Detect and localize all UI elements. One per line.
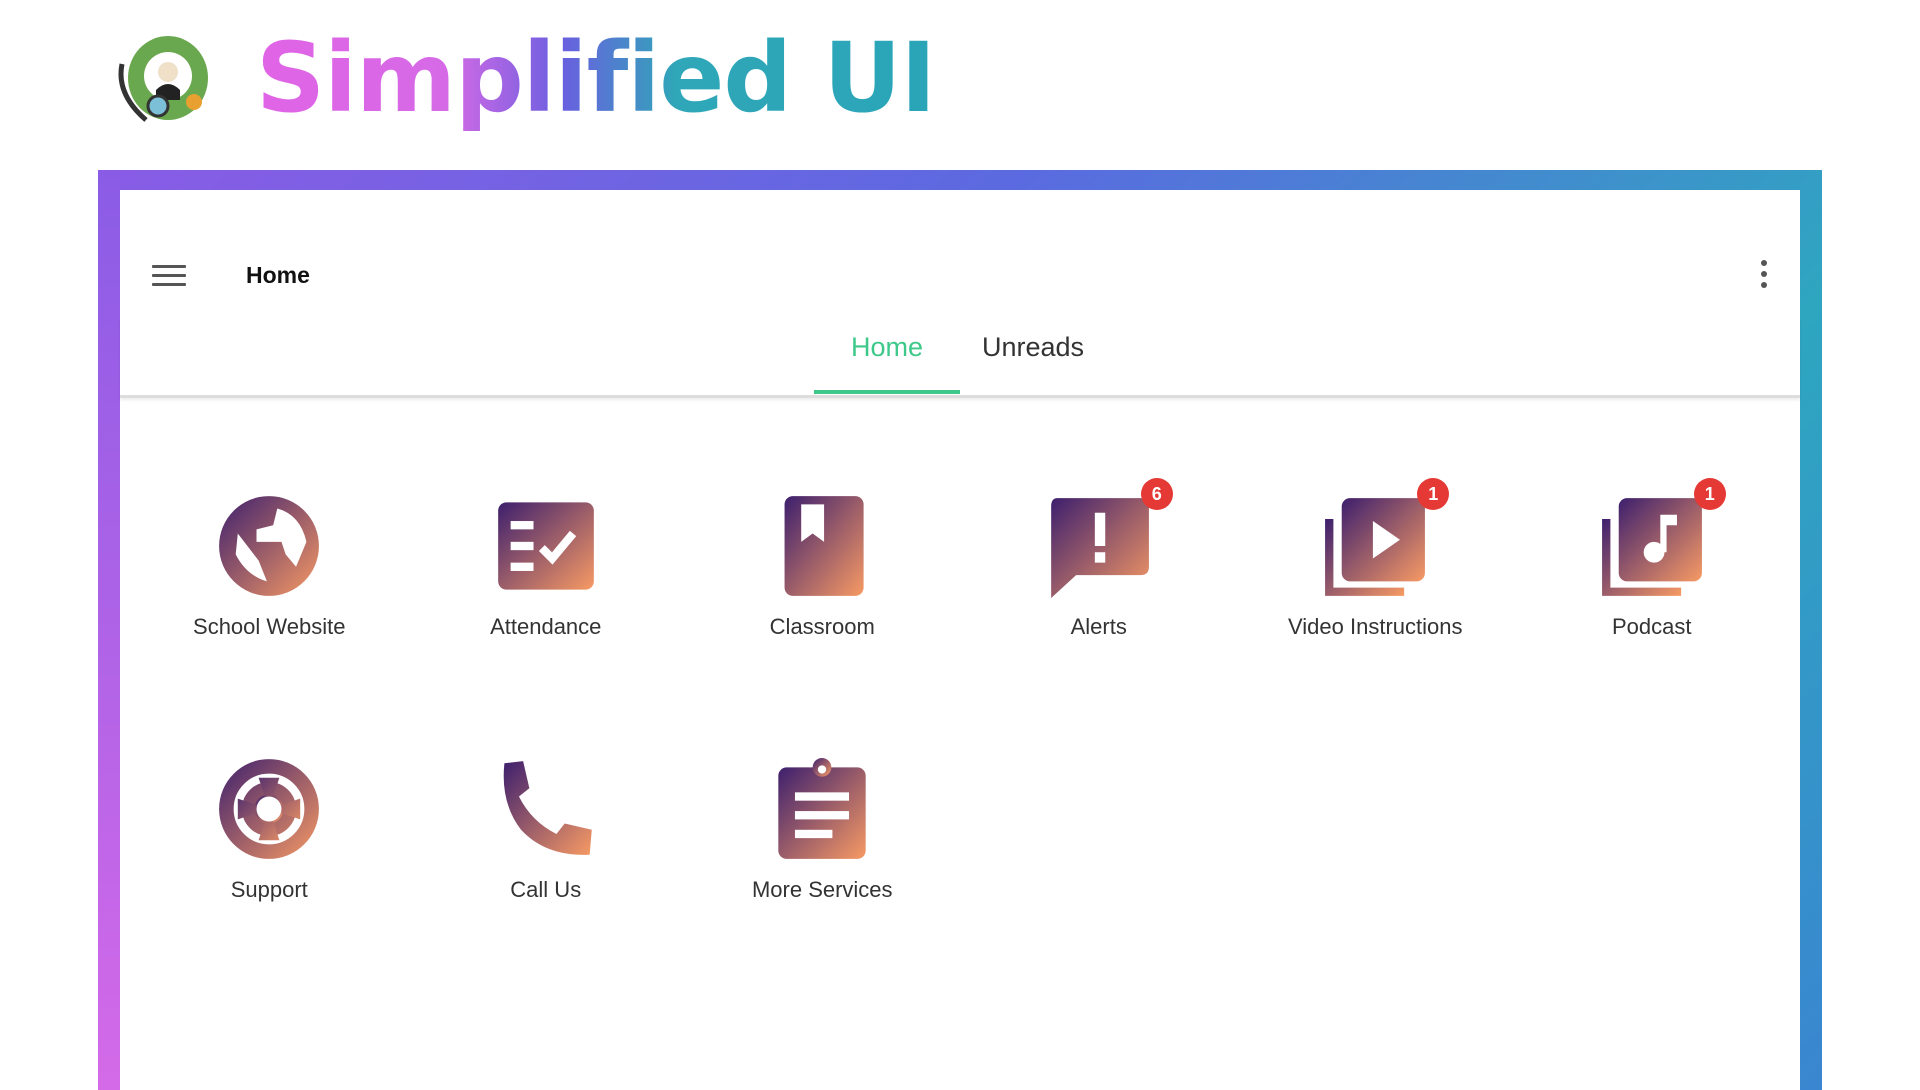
tile-call-us[interactable]: Call Us — [408, 741, 685, 1004]
tile-label: Call Us — [510, 877, 582, 902]
device-frame: Home Home Unreads School Website Attenda… — [98, 170, 1822, 1090]
tile-label: Classroom — [769, 614, 875, 639]
lifebuoy-icon — [219, 759, 320, 859]
tab-unreads[interactable]: Unreads — [960, 332, 1106, 394]
unread-badge: 1 — [1417, 478, 1450, 510]
tile-video-instructions[interactable]: 1 Video Instructions — [1237, 478, 1514, 741]
tile-label: Podcast — [1612, 614, 1692, 639]
bookmark-book-icon — [784, 496, 864, 596]
video-library-icon — [1325, 498, 1426, 596]
tile-label: Attendance — [490, 614, 602, 639]
music-library-icon — [1601, 498, 1702, 596]
tile-alerts[interactable]: 6 Alerts — [961, 478, 1238, 741]
phone-icon — [503, 761, 592, 855]
tile-label: Video Instructions — [1288, 614, 1463, 639]
tab-home[interactable]: Home — [814, 332, 960, 394]
alert-message-icon — [1050, 498, 1149, 598]
tile-support[interactable]: Support — [131, 741, 408, 1004]
hamburger-icon[interactable] — [152, 265, 186, 287]
tile-school-website[interactable]: School Website — [131, 478, 408, 741]
checklist-icon — [497, 502, 594, 590]
tile-label: More Services — [751, 877, 893, 902]
services-grid: School Website Attendance Classroom 6 Al… — [131, 478, 1790, 1004]
more-vert-icon[interactable] — [1758, 260, 1770, 294]
tile-classroom[interactable]: Classroom — [684, 478, 961, 741]
tile-label: Support — [230, 877, 308, 902]
tile-more-services[interactable]: More Services — [684, 741, 961, 1004]
tile-podcast[interactable]: 1 Podcast — [1514, 478, 1791, 741]
unread-badge: 1 — [1693, 478, 1726, 510]
unread-badge: 6 — [1140, 478, 1173, 510]
app-screen: Home Home Unreads School Website Attenda… — [120, 190, 1800, 1090]
tab-bar: Home Unreads — [120, 318, 1800, 398]
tile-label: Alerts — [1070, 614, 1127, 639]
school-logo — [118, 36, 208, 122]
tile-attendance[interactable]: Attendance — [408, 478, 685, 741]
globe-icon — [219, 496, 320, 596]
clipboard-icon — [778, 758, 866, 859]
tile-label: School Website — [193, 614, 346, 639]
page-title: Home — [246, 262, 310, 288]
brand-title: Simplified UI — [256, 22, 936, 134]
